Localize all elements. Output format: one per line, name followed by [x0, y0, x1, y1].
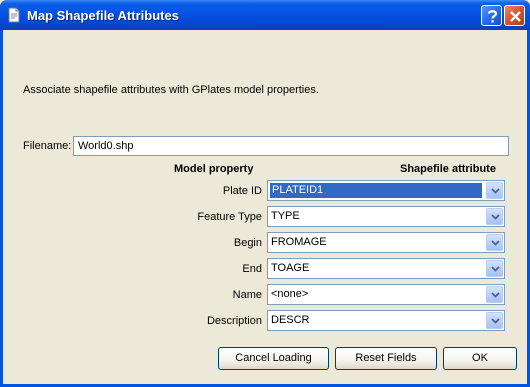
dialog-body: Associate shapefile attributes with GPla…	[3, 30, 527, 384]
feature-type-label: Feature Type	[197, 211, 262, 223]
name-label: Name	[232, 289, 262, 301]
end-label: End	[242, 263, 262, 275]
plate-id-label: Plate ID	[222, 185, 262, 197]
plate-id-value: PLATEID1	[270, 183, 482, 198]
end-value: TOAGE	[271, 262, 310, 274]
name-select[interactable]: <none>	[267, 284, 505, 305]
filename-label: Filename:	[23, 140, 72, 152]
dialog-window: Map Shapefile Attributes Associate shape…	[0, 0, 530, 387]
description-value: DESCR	[271, 314, 310, 326]
filename-field[interactable]	[73, 136, 509, 156]
description-label: Description	[206, 315, 262, 327]
model-property-header: Model property	[174, 163, 254, 175]
chevron-down-icon[interactable]	[486, 286, 503, 303]
chevron-down-icon[interactable]	[486, 234, 503, 251]
plate-id-select[interactable]: PLATEID1	[267, 180, 505, 201]
chevron-down-icon[interactable]	[486, 208, 503, 225]
feature-type-select[interactable]: TYPE	[267, 206, 505, 227]
cancel-loading-button[interactable]: Cancel Loading	[218, 347, 329, 370]
intro-text: Associate shapefile attributes with GPla…	[23, 84, 319, 96]
begin-value: FROMAGE	[271, 236, 327, 248]
shapefile-attribute-header: Shapefile attribute	[400, 163, 496, 175]
end-select[interactable]: TOAGE	[267, 258, 505, 279]
ok-button[interactable]: OK	[443, 347, 517, 370]
close-x-icon[interactable]	[504, 5, 525, 26]
window-title: Map Shapefile Attributes	[27, 8, 179, 23]
chevron-down-icon[interactable]	[486, 312, 503, 329]
begin-select[interactable]: FROMAGE	[267, 232, 505, 253]
title-bar[interactable]: Map Shapefile Attributes	[0, 0, 530, 30]
chevron-down-icon[interactable]	[486, 260, 503, 277]
reset-fields-button[interactable]: Reset Fields	[335, 347, 437, 370]
feature-type-value: TYPE	[271, 210, 300, 222]
description-select[interactable]: DESCR	[267, 310, 505, 331]
name-value: <none>	[271, 288, 309, 300]
document-icon	[6, 7, 22, 23]
begin-label: Begin	[233, 237, 262, 249]
help-question-icon[interactable]	[481, 5, 502, 26]
chevron-down-icon[interactable]	[486, 182, 503, 199]
